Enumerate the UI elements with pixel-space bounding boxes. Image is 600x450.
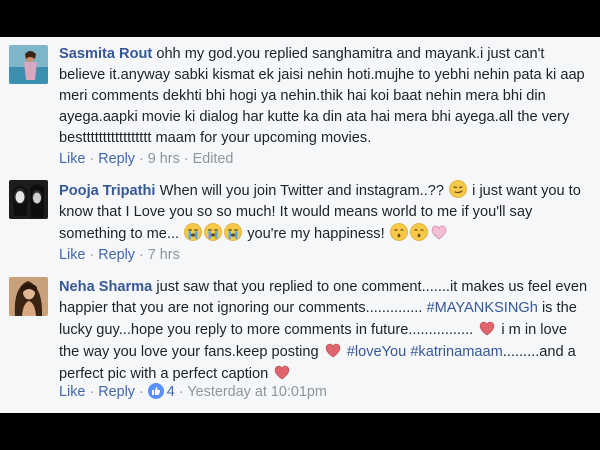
commenter-name[interactable]: Pooja Tripathi [59,183,156,199]
separator-dot: · [139,384,148,400]
hashtag-link[interactable]: #loveYou [347,344,407,360]
timestamp[interactable]: 9 hrs [148,151,180,167]
pink-heart-icon [431,225,446,240]
separator-dot: · [89,151,99,167]
crying-emoji-icon [204,223,223,241]
hashtag-link[interactable]: #MAYANKSINGh [426,300,537,316]
comment-actions: Like · Reply · 7 hrs [59,247,180,263]
red-heart-icon [480,321,495,336]
thumbs-up-glyph [151,387,160,395]
comment-text: you're my happiness! [247,226,385,242]
reply-link[interactable]: Reply [98,247,135,263]
separator-dot: · [139,151,148,167]
crying-emoji-icon [184,223,203,241]
separator-dot: · [89,247,99,263]
comment-actions: Like · Reply · 4 · Yesterday at 10:01pm [59,383,327,400]
hashtag-link[interactable]: #katrinamaam [410,344,502,360]
kissing-emoji-icon [389,223,408,241]
reaction-count[interactable]: 4 [167,384,175,400]
comment-panel: Sasmita Rout ohh my god.you replied sang… [0,37,600,413]
kissing-emoji-icon [409,223,428,241]
avatar[interactable] [9,45,48,84]
separator-dot: · [183,151,193,167]
separator-dot: · [89,384,99,400]
avatar[interactable] [9,180,48,219]
edited-label[interactable]: Edited [193,151,234,167]
thumbs-up-icon[interactable] [147,383,164,399]
separator-dot: · [139,247,148,263]
reply-link[interactable]: Reply [98,384,135,400]
commenter-name[interactable]: Neha Sharma [59,279,152,295]
red-heart-icon [275,365,290,380]
reply-link[interactable]: Reply [98,151,135,167]
commenter-name[interactable]: Sasmita Rout [59,46,152,62]
timestamp[interactable]: 7 hrs [148,247,180,263]
comment-actions: Like · Reply · 9 hrs · Edited [59,151,233,167]
like-link[interactable]: Like [59,151,85,167]
comment-text: When will you join Twitter and instagram… [159,183,445,199]
smirk-emoji-icon [449,180,467,198]
avatar-image [9,277,48,316]
avatar[interactable] [9,277,48,316]
avatar-image [9,45,48,84]
red-heart-icon [325,343,340,358]
crying-emoji-icon [224,223,243,241]
like-link[interactable]: Like [59,247,85,263]
like-link[interactable]: Like [59,384,85,400]
avatar-image [9,180,48,219]
timestamp[interactable]: Yesterday at 10:01pm [187,384,326,400]
